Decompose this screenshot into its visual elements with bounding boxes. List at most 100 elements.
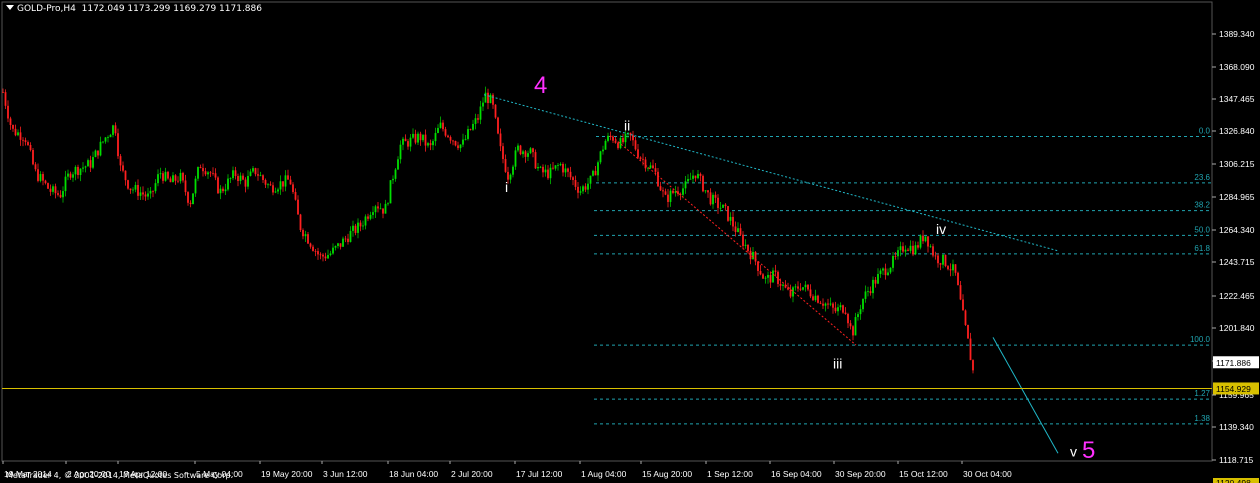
candle-body bbox=[569, 171, 572, 178]
candle-body bbox=[917, 245, 919, 248]
candle-body bbox=[197, 167, 199, 179]
candle-body bbox=[27, 142, 29, 145]
candle-body bbox=[362, 225, 364, 227]
candle-body bbox=[219, 188, 222, 194]
candle-body bbox=[582, 186, 584, 192]
candle-body bbox=[774, 270, 777, 272]
candle-body bbox=[282, 181, 284, 187]
candle-body bbox=[52, 186, 54, 192]
elliott-wave-labels: 45viiiiiiiv bbox=[505, 72, 1095, 464]
candle-body bbox=[929, 246, 932, 248]
candle-body bbox=[824, 303, 827, 306]
candle-body bbox=[722, 204, 724, 208]
candle-body bbox=[367, 216, 369, 219]
candle-body bbox=[392, 178, 394, 181]
candle-body bbox=[402, 138, 404, 145]
candle-body bbox=[59, 194, 62, 198]
projection-line bbox=[992, 337, 1059, 454]
candle-body bbox=[64, 176, 67, 192]
candle-body bbox=[914, 245, 917, 255]
candle-body bbox=[384, 203, 387, 214]
candle-body bbox=[462, 139, 464, 145]
candle-body bbox=[279, 181, 282, 190]
candle-body bbox=[92, 157, 94, 168]
candle-body bbox=[459, 144, 462, 149]
candle-body bbox=[479, 106, 482, 120]
candle-body bbox=[557, 165, 559, 166]
candle-body bbox=[144, 194, 147, 197]
candle-body bbox=[339, 243, 342, 247]
candle-body bbox=[902, 246, 904, 252]
candle-body bbox=[934, 255, 937, 257]
candle-body bbox=[352, 225, 354, 231]
candle-body bbox=[499, 133, 502, 147]
candle-body bbox=[12, 125, 14, 129]
candle-body bbox=[814, 295, 817, 301]
candle-body bbox=[307, 234, 309, 244]
candle-body bbox=[739, 228, 742, 235]
candle-body bbox=[492, 94, 494, 105]
candle-body bbox=[14, 128, 17, 136]
candle-body bbox=[734, 226, 737, 232]
time-tick-label: 16 Sep 04:00 bbox=[771, 469, 822, 479]
candle-body bbox=[32, 150, 34, 165]
candle-body bbox=[622, 138, 624, 143]
candle-body bbox=[394, 169, 397, 179]
candle-body bbox=[957, 272, 959, 286]
candle-body bbox=[474, 118, 477, 124]
candle-body bbox=[109, 134, 112, 138]
candle-body bbox=[357, 222, 359, 233]
fib-level-label: 38.2 bbox=[1194, 201, 1210, 210]
fib-level-label: 23.6 bbox=[1194, 173, 1210, 182]
candle-body bbox=[857, 314, 859, 318]
candle-body bbox=[382, 208, 384, 214]
candle-body bbox=[434, 132, 437, 142]
price-chart[interactable]: 0.023.638.250.061.8100.01.271.38 45viiii… bbox=[0, 0, 1260, 483]
candle-body bbox=[407, 141, 409, 147]
wave-iv-label: iv bbox=[936, 221, 946, 237]
price-tick-label: 1389.340 bbox=[1219, 29, 1255, 39]
candle-body bbox=[649, 165, 652, 168]
candle-body bbox=[844, 312, 847, 314]
candle-body bbox=[309, 243, 312, 247]
candle-body bbox=[847, 313, 849, 324]
chevron-down-icon[interactable] bbox=[6, 5, 14, 10]
candle-body bbox=[854, 317, 857, 336]
candle-body bbox=[274, 191, 277, 193]
candle-body bbox=[137, 184, 139, 196]
candle-body bbox=[134, 184, 137, 190]
time-tick-label: 30 Sep 20:00 bbox=[835, 469, 886, 479]
candle-body bbox=[559, 164, 562, 166]
candle-body bbox=[19, 132, 22, 140]
candle-body bbox=[244, 179, 247, 187]
candle-body bbox=[537, 167, 539, 169]
candle-body bbox=[162, 173, 164, 181]
fibonacci-retracement: 0.0 23.6 38.2 50.0 61.8 100.0 1.27 1.38 bbox=[594, 126, 1212, 425]
candle-body bbox=[607, 135, 609, 141]
candle-body bbox=[104, 137, 107, 142]
candle-body bbox=[482, 102, 484, 107]
candle-body bbox=[149, 190, 152, 194]
candle-body bbox=[77, 166, 79, 176]
candle-body bbox=[577, 186, 579, 193]
candle-body bbox=[264, 179, 267, 185]
candle-body bbox=[234, 170, 237, 177]
candle-body bbox=[424, 134, 427, 146]
candle-body bbox=[409, 137, 412, 147]
candle-body bbox=[114, 125, 117, 134]
candle-body bbox=[832, 303, 834, 308]
candle-body bbox=[29, 144, 32, 151]
candle-body bbox=[609, 135, 612, 137]
candle-body bbox=[364, 216, 367, 226]
candle-body bbox=[237, 176, 239, 181]
candle-body bbox=[494, 104, 497, 118]
candle-body bbox=[947, 266, 949, 270]
candle-body bbox=[317, 251, 319, 255]
candle-body bbox=[964, 310, 967, 325]
candle-body bbox=[949, 269, 952, 271]
fib-level-label: 50.0 bbox=[1194, 225, 1210, 234]
candle-body bbox=[304, 234, 307, 237]
candle-body bbox=[632, 135, 634, 141]
price-tick-label: 1326.840 bbox=[1219, 126, 1255, 136]
candle-body bbox=[249, 171, 252, 176]
